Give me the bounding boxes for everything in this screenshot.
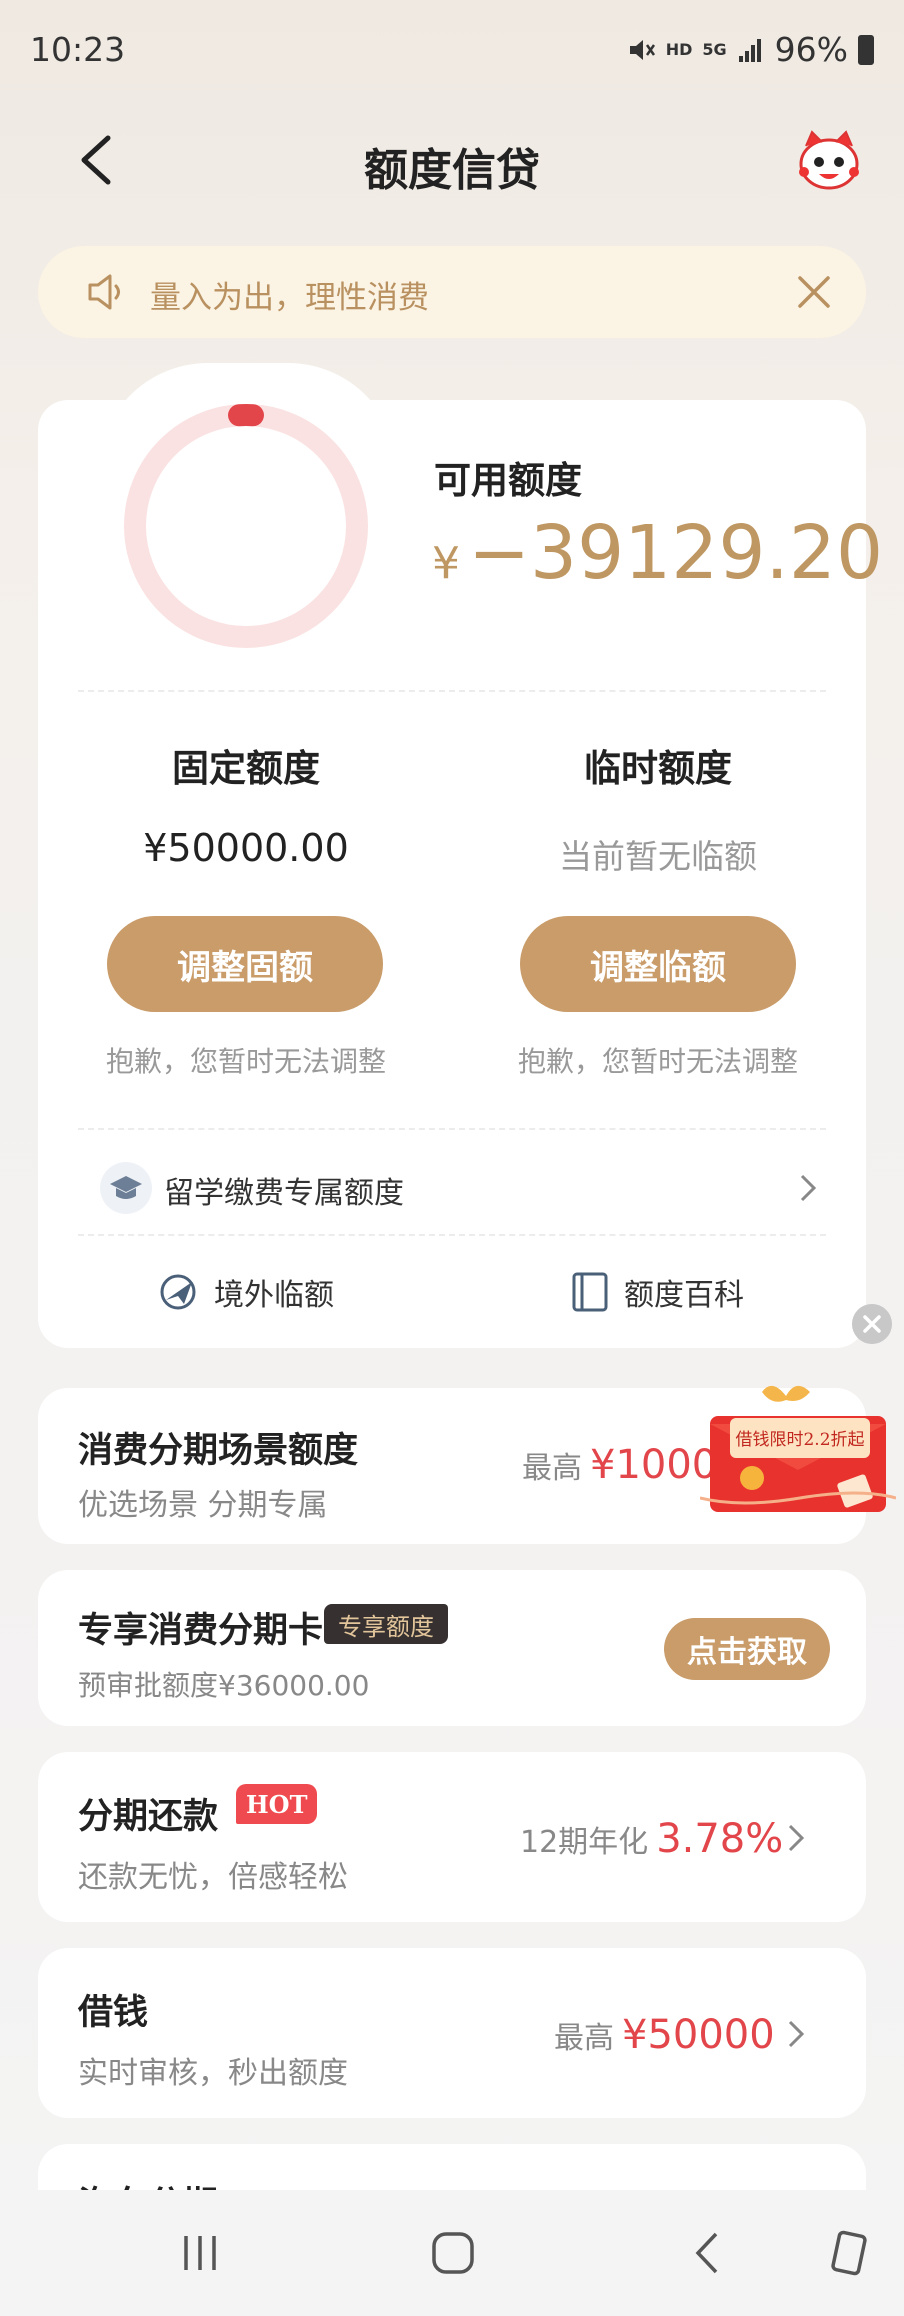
fixed-adjust-note: 抱歉，您暂时无法调整 xyxy=(105,1045,386,1078)
borrow-max: 最高 ¥50000 xyxy=(554,2012,775,2058)
speaker-icon xyxy=(88,274,120,310)
credit-wiki-link[interactable]: 额度百科 xyxy=(570,1262,744,1322)
system-nav-bar xyxy=(0,2190,904,2316)
mascot-icon[interactable] xyxy=(794,124,864,194)
installment-repay-card[interactable]: 分期还款 HOT 还款无忧，倍感轻松 12期年化 3.78% xyxy=(38,1752,866,1922)
installment-rate-label: 12期年化 xyxy=(520,1825,649,1860)
signal-icon xyxy=(738,38,761,62)
screen-rotate-icon[interactable] xyxy=(824,2228,874,2278)
installment-card-title: 分期还款 xyxy=(78,1797,219,1837)
promo-text: 借钱限时2.2折起 xyxy=(735,1430,864,1450)
chevron-right-icon xyxy=(788,2020,805,2048)
exclusive-installment-card[interactable]: 专享消费分期卡 专享额度 预审批额度¥36000.00 点击获取 xyxy=(38,1570,866,1726)
header: 额度信贷 xyxy=(0,110,904,210)
close-promo-icon[interactable] xyxy=(852,1304,892,1344)
installment-rate-value: 3.78% xyxy=(656,1816,784,1862)
borrow-card-title: 借钱 xyxy=(78,1993,149,2033)
scene-card-max: 最高 ¥1000 xyxy=(522,1442,717,1488)
graduation-cap-icon xyxy=(100,1162,152,1214)
overseas-temp-credit-label: 境外临额 xyxy=(214,1278,334,1313)
preapproved-credit-text: 预审批额度¥36000.00 xyxy=(78,1669,370,1702)
study-abroad-credit-row[interactable]: 留学缴费专属额度 xyxy=(100,1158,820,1218)
temp-credit-value: 当前暂无临额 xyxy=(559,837,757,876)
plane-icon xyxy=(160,1274,196,1310)
status-time: 10:23 xyxy=(30,30,126,69)
scene-max-label: 最高 xyxy=(522,1451,582,1486)
page-title: 额度信贷 xyxy=(364,145,540,196)
temp-credit-title: 临时额度 xyxy=(584,747,732,790)
battery-icon xyxy=(858,34,874,65)
notice-text: 量入为出，理性消费 xyxy=(150,280,429,316)
scene-max-value: ¥1000 xyxy=(590,1442,718,1488)
installment-rate: 12期年化 3.78% xyxy=(520,1816,783,1862)
available-credit-label: 可用额度 xyxy=(434,459,582,502)
fixed-credit-value: ¥50000.00 xyxy=(143,826,349,870)
network-indicator: 5G xyxy=(702,40,727,59)
divider xyxy=(78,1234,826,1236)
battery-text: 96% xyxy=(774,30,848,69)
exclusive-card-title: 专享消费分期卡 xyxy=(78,1611,324,1651)
borrow-max-label: 最高 xyxy=(554,2021,614,2056)
overseas-temp-credit-link[interactable]: 境外临额 xyxy=(156,1262,334,1322)
available-credit-value: −39129.20 xyxy=(468,510,884,596)
borrow-card-subtitle: 实时审核，秒出额度 xyxy=(78,2056,348,2091)
temp-adjust-note: 抱歉，您暂时无法调整 xyxy=(517,1045,798,1078)
adjust-temp-button[interactable]: 调整临额 xyxy=(520,916,796,1012)
credit-wiki-label: 额度百科 xyxy=(624,1278,744,1313)
chevron-right-icon xyxy=(788,1824,805,1852)
close-icon[interactable] xyxy=(792,270,836,314)
available-credit-amount: ¥ −39129.20 xyxy=(432,510,883,596)
currency-symbol: ¥ xyxy=(432,538,460,589)
hot-badge: HOT xyxy=(236,1784,318,1824)
home-icon[interactable] xyxy=(428,2228,478,2278)
recent-apps-icon[interactable] xyxy=(176,2228,226,2278)
notice-bar: 量入为出，理性消费 xyxy=(38,246,866,338)
status-icons: HD 5G 96% xyxy=(626,30,874,69)
borrow-max-value: ¥50000 xyxy=(622,2012,775,2058)
red-packet-promo-icon[interactable]: 借钱限时2.2折起 xyxy=(700,1378,896,1518)
credit-usage-ring xyxy=(124,404,368,648)
exclusive-credit-badge: 专享额度 xyxy=(324,1604,448,1644)
get-card-button[interactable]: 点击获取 xyxy=(664,1618,830,1680)
divider xyxy=(78,1128,826,1130)
study-abroad-label: 留学缴费专属额度 xyxy=(164,1176,404,1211)
mute-icon xyxy=(629,39,655,60)
book-icon xyxy=(572,1272,608,1312)
scene-card-title: 消费分期场景额度 xyxy=(78,1431,359,1471)
borrow-card[interactable]: 借钱 实时审核，秒出额度 最高 ¥50000 xyxy=(38,1948,866,2118)
adjust-fixed-button[interactable]: 调整固额 xyxy=(107,916,383,1012)
back-icon[interactable] xyxy=(684,2228,734,2278)
hd-indicator: HD xyxy=(665,40,693,59)
divider xyxy=(78,690,826,692)
installment-card-subtitle: 还款无忧，倍感轻松 xyxy=(78,1860,348,1895)
fixed-credit-title: 固定额度 xyxy=(172,747,320,790)
scene-card-subtitle: 优选场景 分期专属 xyxy=(78,1488,328,1523)
status-bar: 10:23 HD 5G 96% xyxy=(0,0,904,100)
chevron-right-icon xyxy=(800,1174,817,1202)
